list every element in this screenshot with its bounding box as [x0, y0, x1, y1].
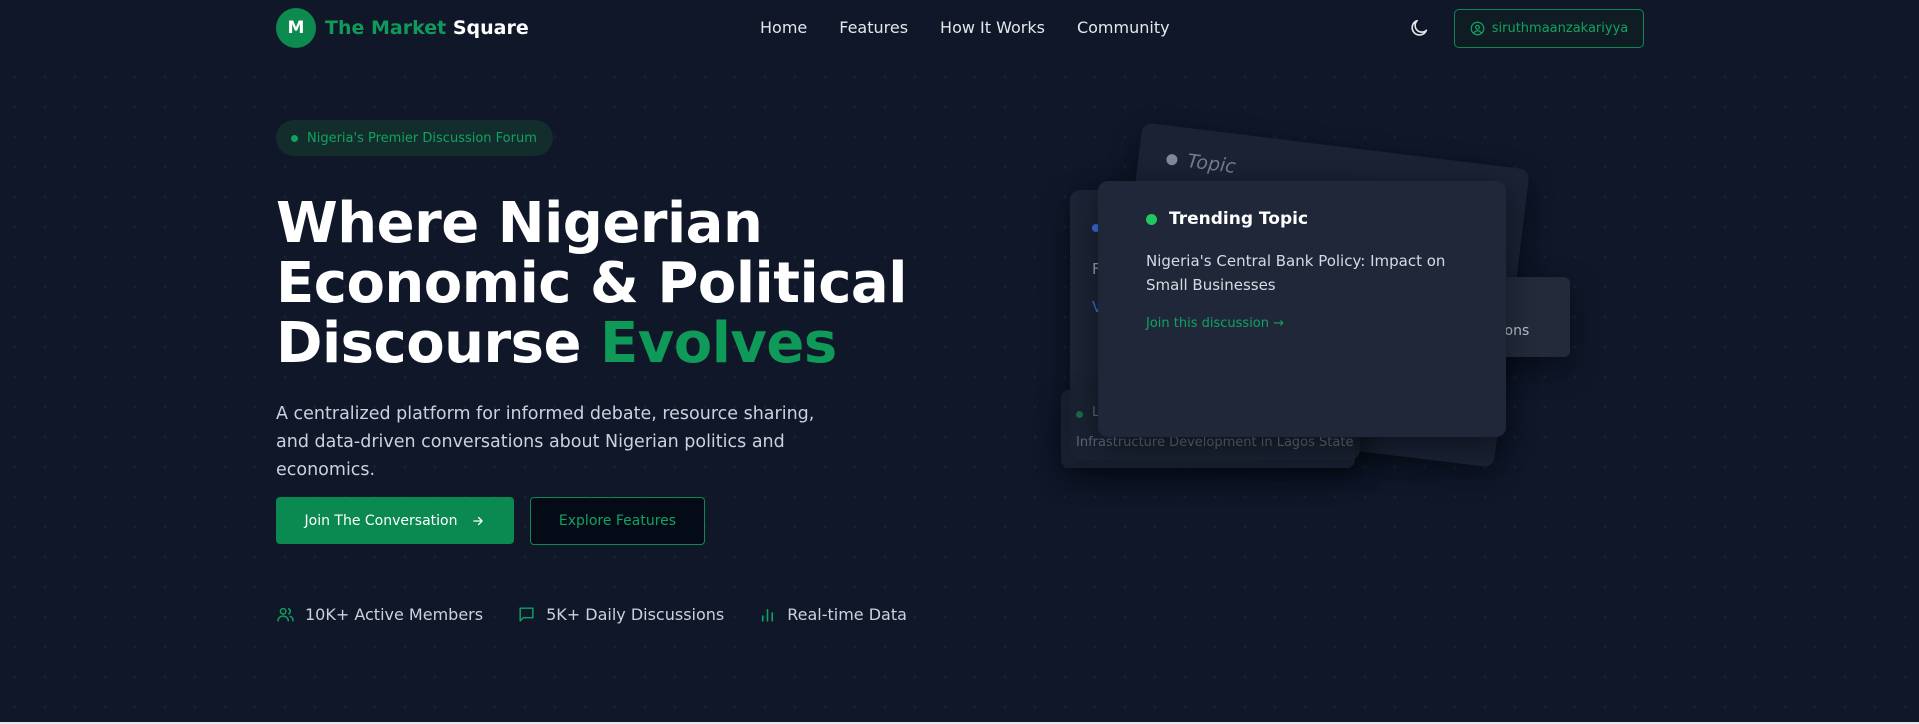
hero-title-line1: Where Nigerian — [276, 191, 763, 256]
hero-title: Where Nigerian Economic & Political Disc… — [276, 194, 916, 374]
hero-subtitle: A centralized platform for informed deba… — [276, 404, 815, 480]
bar-chart-icon — [762, 608, 774, 622]
brand-name: The Market Square — [325, 17, 529, 39]
ghost-topic-heading: Topic — [1165, 148, 1237, 178]
trending-topic-title: Trending Topic — [1169, 209, 1309, 229]
dot-pattern-background — [0, 62, 1919, 724]
stat-discussions: 5K+ Daily Discussions — [517, 605, 724, 624]
explore-features-label: Explore Features — [558, 513, 677, 529]
stat-members-label: 10K+ Active Members — [305, 605, 484, 624]
brand-name-part1: The Market — [325, 17, 447, 39]
join-conversation-button[interactable]: Join The Conversation — [276, 497, 514, 544]
ghost-topic-text: Topic — [1186, 150, 1237, 178]
hero-title-line3-prefix: Discourse — [276, 311, 581, 376]
stat-discussions-label: 5K+ Daily Discussions — [546, 605, 725, 624]
trending-topic-header: Trending Topic — [1146, 209, 1308, 229]
hero-title-accent: Evolves — [599, 311, 837, 376]
trending-topic-card: Trending Topic Nigeria's Central Bank Po… — [1098, 181, 1506, 437]
stat-realtime: Real-time Data — [758, 605, 907, 624]
user-account-button[interactable]: siruthmaanzakariyya — [1454, 9, 1644, 48]
small-bottom-dot — [1076, 411, 1083, 418]
live-status-dot — [1146, 213, 1157, 225]
trending-topic-body: Nigeria's Central Bank Policy: Impact on… — [1146, 252, 1446, 294]
pill-dot — [291, 134, 298, 142]
arrow-right-icon — [473, 516, 484, 525]
hero-stats: 10K+ Active Members 5K+ Daily Discussion… — [276, 605, 907, 624]
ghost-topic-dot — [1165, 153, 1179, 166]
brand-name-part2: Square — [452, 17, 529, 39]
stat-members: 10K+ Active Members — [276, 605, 483, 624]
nav-links: Home Features How It Works Community — [760, 18, 1170, 37]
moon-icon — [1411, 19, 1428, 36]
hero-title-line2: Economic & Political — [276, 251, 907, 316]
nav-link-home[interactable]: Home — [760, 18, 807, 37]
hero-pill-badge: Nigeria's Premier Discussion Forum — [276, 120, 553, 156]
username-label: siruthmaanzakariyya — [1491, 21, 1629, 36]
theme-toggle-button[interactable] — [1408, 17, 1430, 39]
nav-link-features[interactable]: Features — [839, 18, 908, 37]
join-discussion-link[interactable]: Join this discussion → — [1146, 316, 1284, 331]
explore-features-button[interactable]: Explore Features — [530, 497, 705, 545]
brand-logo[interactable]: M The Market Square — [276, 8, 529, 48]
message-square-icon — [519, 607, 534, 622]
join-conversation-label: Join The Conversation — [304, 512, 458, 529]
nav-link-how-it-works[interactable]: How It Works — [940, 18, 1045, 37]
nav-link-community[interactable]: Community — [1077, 18, 1170, 37]
logo-badge: M — [276, 8, 316, 48]
pill-text: Nigeria's Premier Discussion Forum — [307, 130, 537, 146]
navbar: M The Market Square Home Features How It… — [0, 0, 1919, 56]
small-bottom-text: Infrastructure Development in Lagos Stat… — [1076, 435, 1354, 450]
user-circle-icon — [1470, 21, 1485, 36]
users-icon — [277, 607, 294, 622]
stat-realtime-label: Real-time Data — [787, 605, 907, 624]
